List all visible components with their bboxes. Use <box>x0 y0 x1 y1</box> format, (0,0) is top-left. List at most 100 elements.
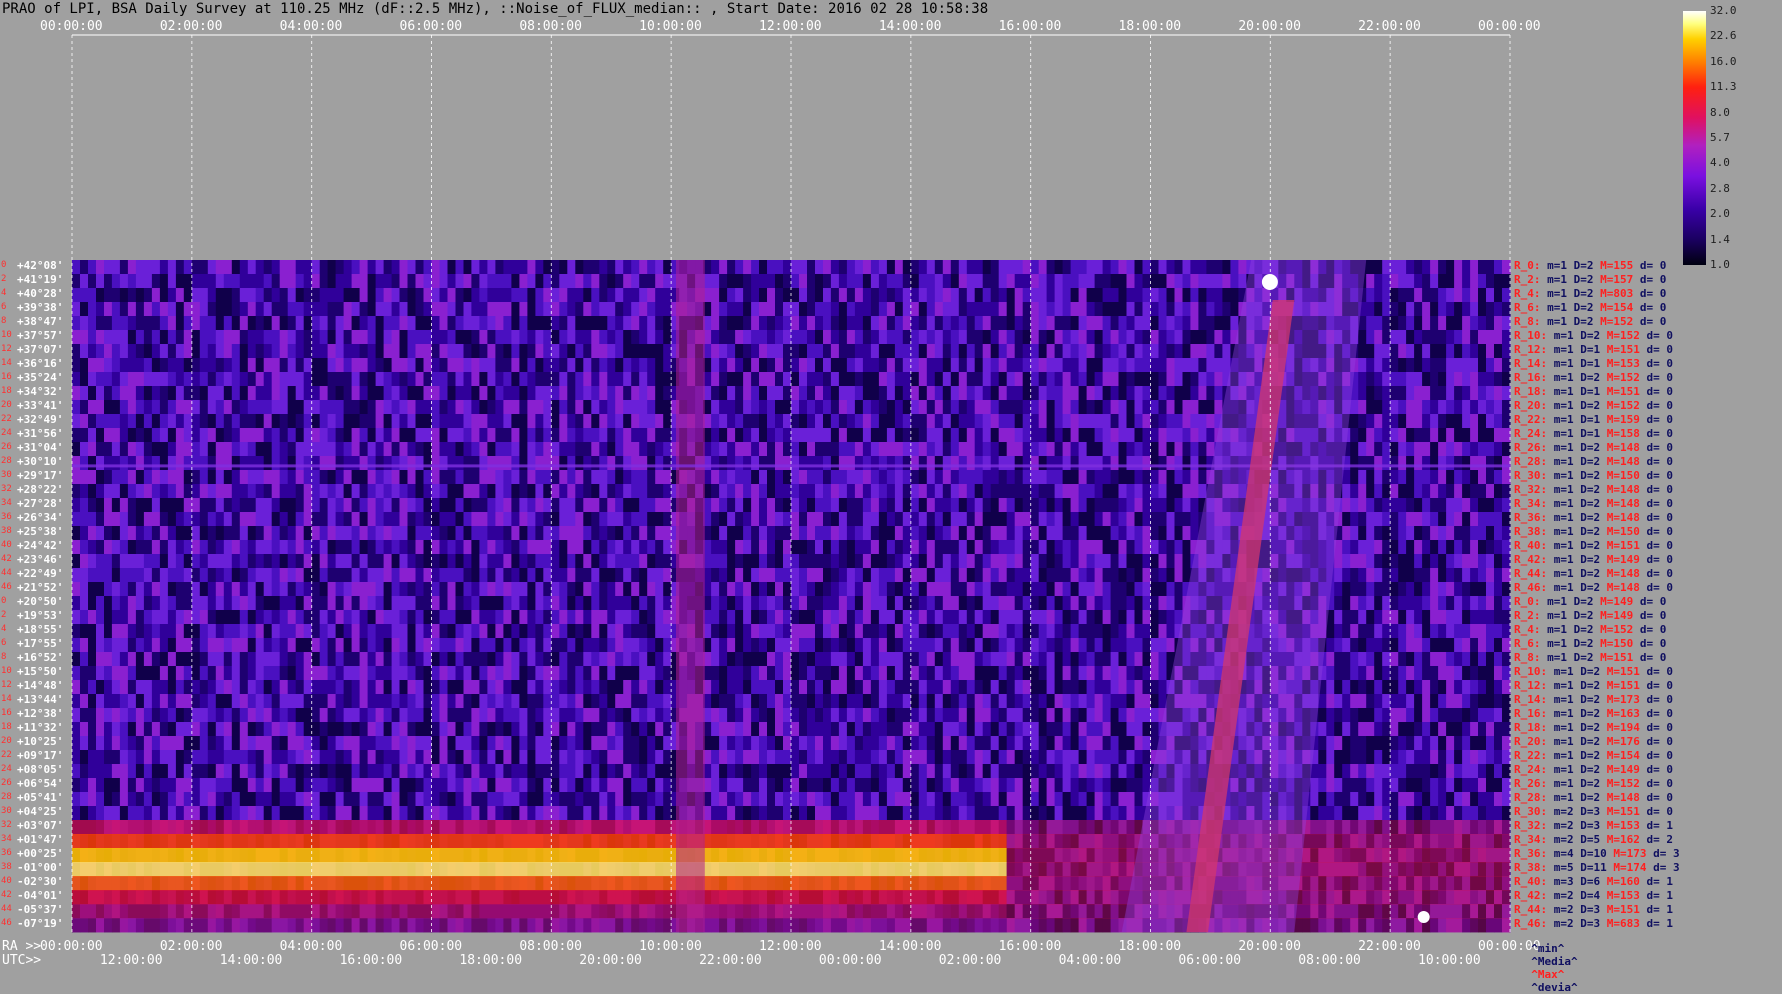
heatmap-cell <box>367 288 377 303</box>
heatmap-cell <box>1166 540 1176 555</box>
heatmap-cell <box>439 554 449 569</box>
heatmap-cell <box>247 526 257 541</box>
heatmap-cell <box>1006 596 1016 611</box>
heatmap-cell <box>167 526 177 541</box>
heatmap-cell <box>287 344 297 359</box>
heatmap-cell <box>575 456 584 471</box>
heatmap-cell <box>135 498 145 513</box>
heatmap-cell <box>838 512 848 527</box>
heatmap-cell <box>918 344 928 359</box>
heatmap-cell <box>1454 302 1463 317</box>
heatmap-cell <box>727 428 736 443</box>
heatmap-cell <box>886 442 896 457</box>
heatmap-cell <box>207 442 217 457</box>
heatmap-cell <box>335 400 345 415</box>
heatmap-cell <box>1054 498 1064 513</box>
heatmap-cell <box>463 274 473 289</box>
heatmap-cell <box>830 386 840 401</box>
heatmap-cell <box>1054 414 1064 429</box>
heatmap-cell <box>1110 428 1120 443</box>
heatmap-cell <box>591 456 600 471</box>
heatmap-cell <box>80 316 89 331</box>
heatmap-cell <box>1478 456 1487 471</box>
heatmap-cell <box>1134 596 1144 611</box>
heatmap-cell <box>543 372 552 387</box>
heatmap-cell <box>527 610 536 625</box>
heatmap-cell <box>1022 260 1032 275</box>
heatmap-cell <box>751 358 760 373</box>
heatmap-cell <box>503 638 512 653</box>
heatmap-cell <box>1486 610 1495 625</box>
heatmap-cell <box>599 568 608 583</box>
heatmap-cell <box>1454 386 1463 401</box>
heatmap-cell <box>583 498 592 513</box>
heatmap-cell <box>1502 624 1511 639</box>
heatmap-cell <box>1478 274 1487 289</box>
heatmap-cell <box>886 484 896 499</box>
heatmap-cell <box>615 442 624 457</box>
heatmap-cell <box>303 624 313 639</box>
heatmap-cell <box>111 484 121 499</box>
heatmap-cell <box>982 330 992 345</box>
heatmap-cell <box>1062 316 1072 331</box>
heatmap-cell <box>655 330 664 345</box>
heatmap-cell <box>319 484 329 499</box>
heatmap-cell <box>759 512 768 527</box>
heatmap-cell <box>807 428 816 443</box>
heatmap-cell <box>1422 330 1431 345</box>
heatmap-cell <box>727 344 736 359</box>
heatmap-cell <box>559 610 568 625</box>
heatmap-cell <box>1166 442 1176 457</box>
heatmap-cell <box>599 414 608 429</box>
heatmap-cell <box>894 456 904 471</box>
heatmap-cell <box>295 624 305 639</box>
heatmap-cell <box>751 582 760 597</box>
heatmap-cell <box>223 442 233 457</box>
heatmap-cell <box>1382 456 1391 471</box>
heatmap-cell <box>503 568 512 583</box>
heatmap-cell <box>719 372 728 387</box>
heatmap-cell <box>503 554 512 569</box>
heatmap-cell <box>1166 344 1176 359</box>
heatmap-cell <box>287 316 297 331</box>
heatmap-cell <box>1502 610 1511 625</box>
heatmap-cell <box>327 470 337 485</box>
heatmap-cell <box>231 344 241 359</box>
heatmap-cell <box>615 582 624 597</box>
heatmap-cell <box>104 554 113 569</box>
heatmap-cell <box>886 414 896 429</box>
heatmap-cell <box>998 512 1008 527</box>
heatmap-cell <box>567 274 576 289</box>
heatmap-cell <box>846 554 856 569</box>
heatmap-cell <box>423 316 433 331</box>
heatmap-cell <box>455 568 465 583</box>
heatmap-cell <box>495 498 504 513</box>
heatmap-cell <box>1094 442 1104 457</box>
heatmap-cell <box>279 526 289 541</box>
heatmap-cell <box>1190 358 1199 373</box>
heatmap-cell <box>599 344 608 359</box>
heatmap-cell <box>487 554 496 569</box>
heatmap-cell <box>942 344 952 359</box>
heatmap-cell <box>759 442 768 457</box>
heatmap-cell <box>1470 386 1479 401</box>
heatmap-cell <box>1030 638 1040 653</box>
heatmap-cell <box>1198 358 1207 373</box>
heatmap-cell <box>583 624 592 639</box>
heatmap-cell <box>119 442 129 457</box>
heatmap-cell <box>543 442 552 457</box>
heatmap-cell <box>1438 274 1447 289</box>
heatmap-cell <box>1454 610 1463 625</box>
heatmap-cell <box>135 344 145 359</box>
heatmap-cell <box>1462 442 1471 457</box>
heatmap-cell <box>319 442 329 457</box>
heatmap-cell <box>151 274 161 289</box>
heatmap-cell <box>1190 428 1199 443</box>
heatmap-cell <box>1454 582 1463 597</box>
heatmap-cell <box>447 568 457 583</box>
heatmap-cell <box>878 596 888 611</box>
heatmap-cell <box>1086 610 1096 625</box>
heatmap-cell <box>1078 442 1088 457</box>
heatmap-cell <box>447 316 457 331</box>
heatmap-cell <box>319 512 329 527</box>
